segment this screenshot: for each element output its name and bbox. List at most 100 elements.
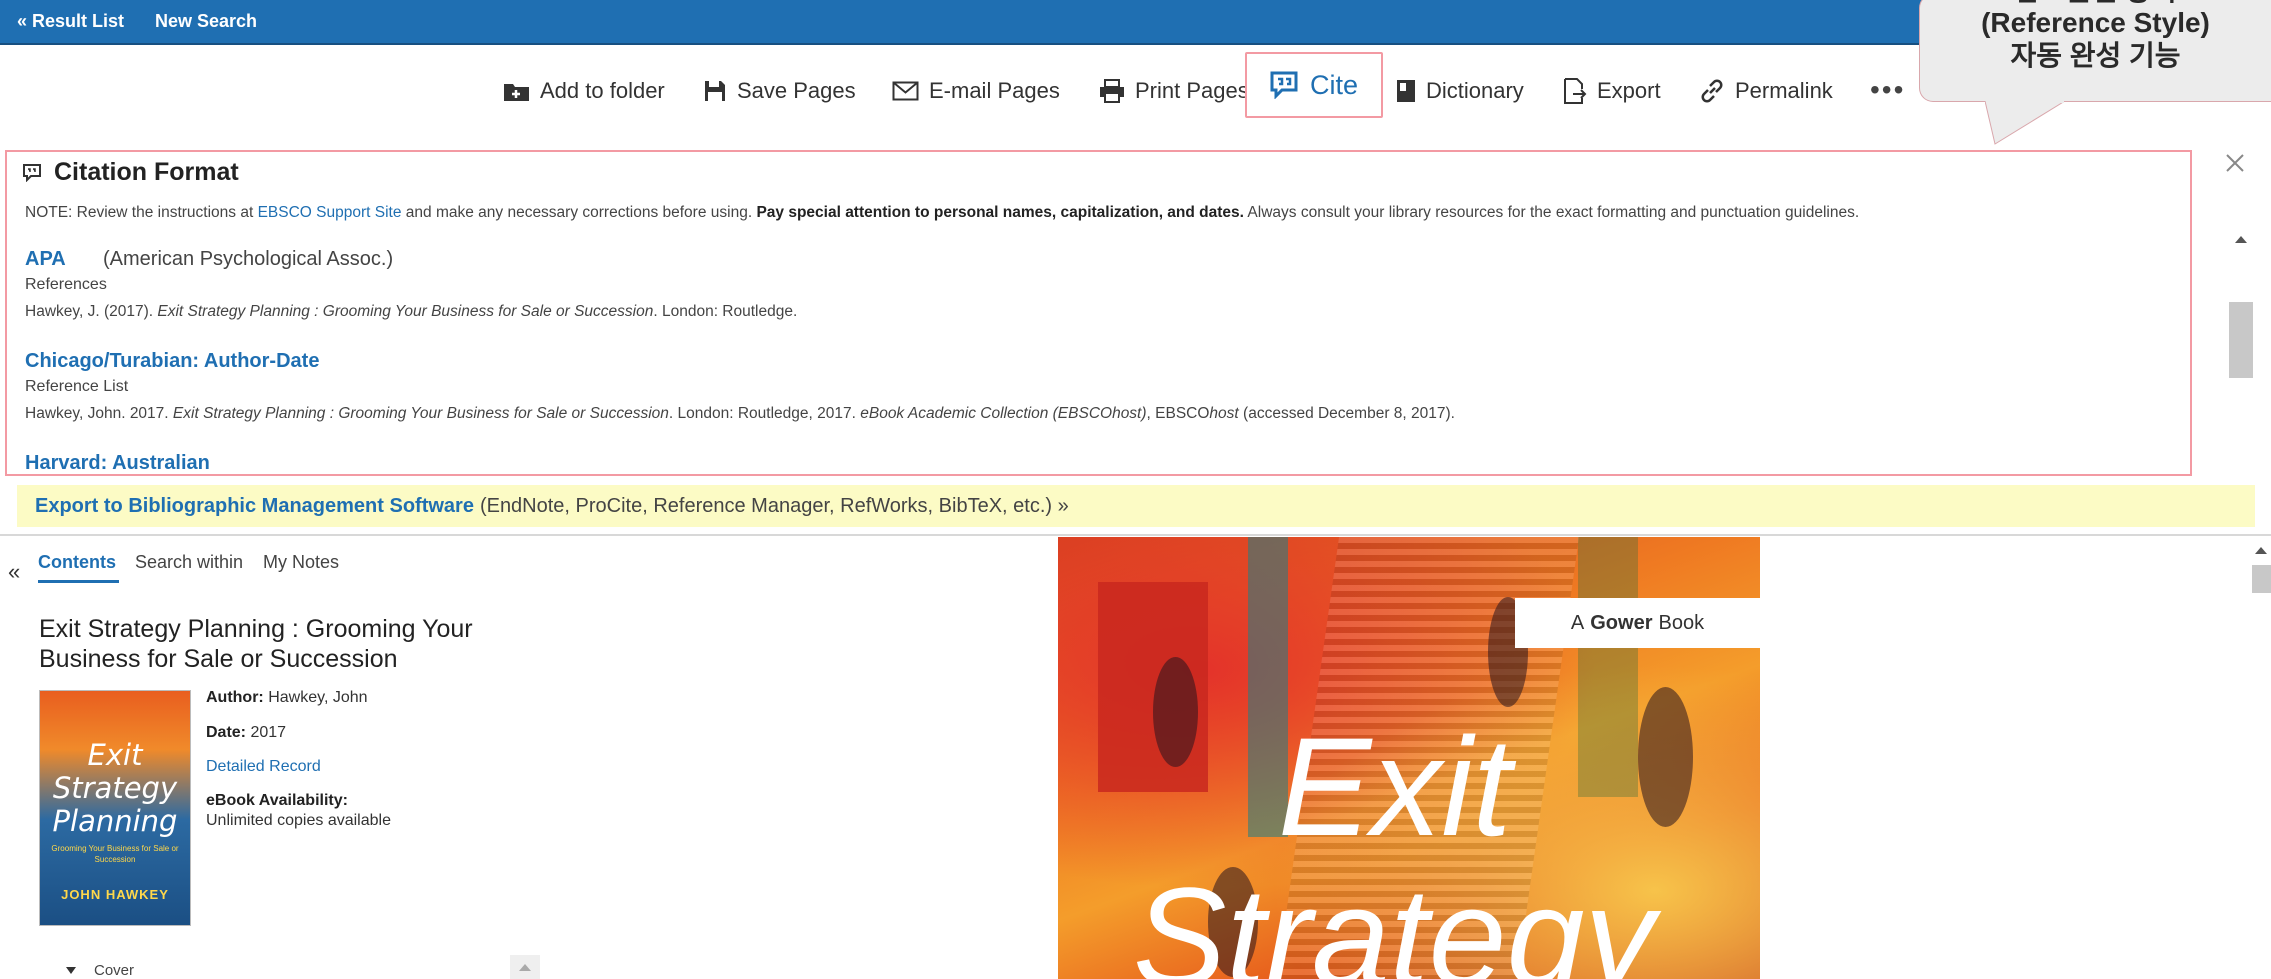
add-to-folder-label: Add to folder (540, 78, 665, 103)
callout-bubble: 참고문헌 양식 (Reference Style) 자동 완성 기능 (1919, 0, 2271, 102)
citation-format-panel: Citation Format NOTE: Review the instruc… (5, 150, 2192, 476)
pane-divider (0, 534, 2271, 536)
save-icon (705, 81, 725, 101)
cover-title-word-2: Strategy (1133, 858, 1655, 979)
chicago-ref-after: (accessed December 8, 2017). (1238, 405, 1455, 422)
author-value: Hawkey, John (268, 689, 368, 706)
toc-scroll-up[interactable] (519, 964, 531, 971)
close-icon[interactable] (2224, 152, 2246, 174)
cover-art-figure (1153, 657, 1198, 767)
print-pages-button[interactable]: Print Pages (1099, 74, 1249, 108)
apa-reference-label: References (25, 276, 107, 293)
note-mid: and make any necessary corrections befor… (401, 204, 757, 221)
availability-label: eBook Availability: (206, 792, 348, 810)
panel-title: Citation Format (54, 158, 239, 186)
print-pages-label: Print Pages (1135, 78, 1249, 103)
chicago-style-link[interactable]: Chicago/Turabian: Author-Date (25, 350, 319, 373)
permalink-label: Permalink (1735, 78, 1833, 103)
save-pages-button[interactable]: Save Pages (703, 74, 856, 108)
apa-ref-title: Exit Strategy Planning : Grooming Your B… (157, 303, 654, 320)
toc-item-cover[interactable]: Cover (66, 962, 134, 979)
apa-style-desc: (American Psychological Assoc.) (103, 248, 394, 270)
toc-item-label: Cover (94, 962, 135, 979)
cover-tag-suffix: Book (1658, 611, 1705, 634)
author-label: Author: (206, 689, 264, 706)
tab-my-notes[interactable]: My Notes (263, 552, 339, 573)
date-value: 2017 (250, 724, 287, 741)
cover-art-block (1578, 537, 1638, 797)
citation-scroll-up[interactable] (2235, 236, 2247, 243)
note-prefix: NOTE: Review the instructions at (25, 204, 258, 221)
export-bibliographic-link[interactable]: Export to Bibliographic Management Softw… (35, 495, 474, 518)
detailed-record-link[interactable]: Detailed Record (206, 758, 321, 776)
chicago-ref-before: Hawkey, John. 2017. (25, 405, 173, 422)
tab-search-within[interactable]: Search within (135, 552, 243, 573)
printer-icon (1100, 79, 1124, 103)
dictionary-button[interactable]: Dictionary (1396, 74, 1524, 108)
cover-publisher-tag: A Gower Book (1515, 598, 1760, 648)
thumb-title: Exit Strategy Planning (52, 738, 178, 838)
book-cover-image: A Gower Book Exit Strategy (1058, 537, 1760, 979)
toc-scrollbar[interactable] (510, 955, 540, 979)
main-scroll-up[interactable] (2255, 547, 2267, 554)
result-list-link[interactable]: « Result List (17, 11, 124, 32)
note-suffix: Always consult your library resources fo… (1243, 204, 1860, 221)
availability-value: Unlimited copies available (206, 812, 391, 829)
new-search-link[interactable]: New Search (155, 11, 257, 32)
quote-bubble-icon (23, 164, 41, 182)
caret-down-icon (66, 967, 76, 974)
citation-scrollbar-thumb[interactable] (2229, 302, 2253, 378)
chicago-ref-collection: eBook Academic Collection (EBSCOhost) (860, 405, 1147, 422)
folder-add-icon (504, 84, 529, 101)
collapse-pane-button[interactable]: « (8, 559, 20, 585)
thumb-subtitle: Grooming Your Business for Sale or Succe… (51, 844, 179, 864)
more-options-button[interactable]: ••• (1870, 76, 1905, 104)
export-bibliographic-desc: (EndNote, ProCite, Reference Manager, Re… (479, 494, 1069, 517)
email-pages-button[interactable]: E-mail Pages (892, 74, 1060, 108)
harvard-style-link[interactable]: Harvard: Australian (25, 452, 210, 474)
email-pages-label: E-mail Pages (929, 78, 1060, 103)
date-row: Date: 2017 (206, 724, 286, 742)
ebsco-support-link[interactable]: EBSCO Support Site (258, 204, 402, 221)
active-tab-indicator (38, 580, 119, 583)
chicago-reference-text: Hawkey, John. 2017. Exit Strategy Planni… (25, 405, 1455, 423)
quote-bubble-icon (1270, 71, 1298, 99)
date-label: Date: (206, 724, 247, 741)
chicago-ref-host: host (1209, 405, 1239, 422)
author-row: Author: Hawkey, John (206, 689, 368, 707)
chicago-ref-mid2: , EBSCO (1146, 405, 1210, 422)
callout-line-1: (Reference Style) (1981, 7, 2210, 38)
export-icon (1564, 78, 1587, 104)
book-thumbnail[interactable]: Exit Strategy Planning Grooming Your Bus… (39, 690, 191, 926)
permalink-button[interactable]: Permalink (1699, 74, 1833, 108)
dictionary-icon (1397, 80, 1415, 102)
chicago-reference-label: Reference List (25, 378, 129, 395)
cover-title-word-1: Exit (1278, 708, 1512, 865)
tab-contents[interactable]: Contents (38, 552, 116, 573)
chicago-ref-mid: . London: Routledge, 2017. (668, 405, 861, 422)
chicago-ref-title: Exit Strategy Planning : Grooming Your B… (172, 405, 669, 422)
add-to-folder-button[interactable]: Add to folder (503, 74, 665, 108)
apa-reference-text: Hawkey, J. (2017). Exit Strategy Plannin… (25, 303, 797, 321)
callout-tail (1985, 101, 2066, 145)
note-bold: Pay special attention to personal names,… (756, 204, 1244, 221)
cite-button[interactable]: Cite (1245, 52, 1383, 118)
availability-label-text: eBook Availability: (206, 792, 348, 809)
cite-label: Cite (1309, 69, 1358, 100)
apa-style-link[interactable]: APA (25, 248, 66, 271)
main-scrollbar-thumb[interactable] (2252, 565, 2271, 593)
cover-tag-publisher: Gower (1590, 611, 1653, 634)
cover-tag-prefix: A (1570, 611, 1585, 634)
citation-note: NOTE: Review the instructions at EBSCO S… (25, 204, 1859, 222)
export-bar: Export to Bibliographic Management Softw… (17, 485, 2255, 527)
callout-line-2: 자동 완성 기능 (2010, 40, 2181, 71)
export-label: Export (1597, 78, 1661, 103)
thumb-author: JOHN HAWKEY (61, 887, 169, 902)
apa-ref-after: . London: Routledge. (653, 303, 798, 320)
save-pages-label: Save Pages (737, 78, 856, 103)
cover-art-figure (1638, 687, 1693, 827)
dictionary-label: Dictionary (1426, 78, 1524, 103)
export-button[interactable]: Export (1563, 74, 1661, 108)
link-icon (1701, 79, 1723, 103)
book-title: Exit Strategy Planning : Grooming Your B… (39, 615, 473, 673)
